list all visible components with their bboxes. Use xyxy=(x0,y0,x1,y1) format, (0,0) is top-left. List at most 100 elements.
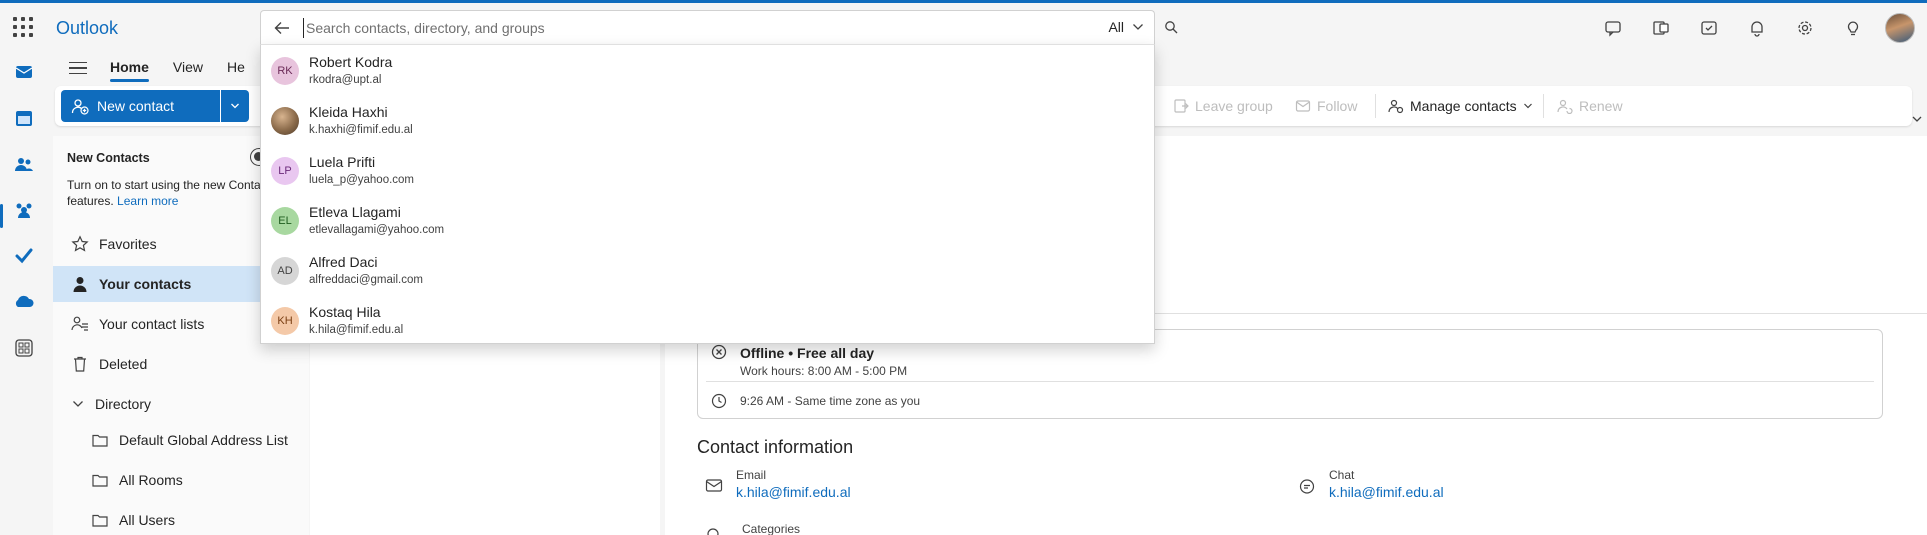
nav-item-label: Your contact lists xyxy=(99,316,205,332)
follow-icon xyxy=(1295,100,1311,112)
follow-button[interactable]: Follow xyxy=(1295,90,1357,122)
suggestion-item[interactable]: RK Robert Kodra rkodra@upt.al xyxy=(261,45,1154,95)
calendar-icon[interactable] xyxy=(12,106,36,130)
tab-help[interactable]: He xyxy=(215,52,257,84)
chat-value-link[interactable]: k.hila@fimif.edu.al xyxy=(1329,484,1444,500)
leave-group-label: Leave group xyxy=(1195,98,1273,114)
nav-item-deleted[interactable]: Deleted xyxy=(53,346,309,382)
chevron-down-icon xyxy=(1133,24,1143,30)
suggestion-email: alfreddaci@gmail.com xyxy=(309,274,423,286)
my-day-icon[interactable] xyxy=(1685,3,1733,52)
star-icon xyxy=(71,235,89,252)
nav-item-label: Deleted xyxy=(99,356,148,372)
presence-divider xyxy=(706,381,1874,382)
person-icon xyxy=(73,277,87,292)
word-icon[interactable] xyxy=(1637,3,1685,52)
manage-contacts-icon xyxy=(1388,99,1404,114)
nav-item-default-global-address-list[interactable]: Default Global Address List xyxy=(53,422,309,458)
folder-icon xyxy=(92,434,108,447)
new-contact-button[interactable]: New contact xyxy=(61,90,220,122)
search-input[interactable] xyxy=(303,18,1063,38)
presence-status: Offline • Free all day xyxy=(740,345,875,361)
mail-icon[interactable] xyxy=(12,60,36,84)
chevron-down-icon xyxy=(1523,103,1532,109)
nav-item-label: Default Global Address List xyxy=(119,432,288,448)
avatar: LP xyxy=(271,157,299,185)
manage-contacts-label: Manage contacts xyxy=(1410,98,1517,114)
new-contacts-text-2: features. xyxy=(67,194,114,208)
suggestion-email: k.hila@fimif.edu.al xyxy=(309,324,404,336)
nav-item-label: All Rooms xyxy=(119,472,183,488)
offline-status-icon xyxy=(711,344,727,363)
avatar: RK xyxy=(271,57,299,85)
new-contact-dropdown-button[interactable] xyxy=(221,90,249,122)
manage-contacts-button[interactable]: Manage contacts xyxy=(1388,90,1533,122)
nav-item-label: All Users xyxy=(119,512,176,528)
new-contact-label: New contact xyxy=(97,98,175,114)
settings-gear-icon[interactable] xyxy=(1781,3,1829,52)
suggestion-name: Luela Prifti xyxy=(309,154,376,170)
chat-label: Chat xyxy=(1329,468,1355,482)
nav-item-all-users[interactable]: All Users xyxy=(53,502,309,535)
more-apps-icon[interactable] xyxy=(12,336,36,360)
tag-icon xyxy=(705,526,721,535)
suggestion-email: luela_p@yahoo.com xyxy=(309,174,415,186)
suggestion-name: Etleva Llagami xyxy=(309,204,401,220)
learn-more-link[interactable]: Learn more xyxy=(117,194,178,208)
avatar: KH xyxy=(271,307,299,335)
chat-icon xyxy=(1298,478,1316,499)
work-hours: Work hours: 8:00 AM - 5:00 PM xyxy=(740,364,908,378)
account-avatar[interactable] xyxy=(1885,12,1915,43)
groups-icon[interactable] xyxy=(12,198,36,222)
onedrive-cloud-icon[interactable] xyxy=(12,290,36,314)
search-scope-dropdown[interactable]: All xyxy=(1108,19,1144,35)
todo-check-icon[interactable] xyxy=(12,244,36,268)
avatar-photo xyxy=(271,107,299,135)
suggestion-item[interactable]: Kleida Haxhi k.haxhi@fimif.edu.al xyxy=(261,95,1154,145)
back-arrow-icon[interactable] xyxy=(273,19,291,40)
people-icon[interactable] xyxy=(12,152,36,176)
app-name[interactable]: Outlook xyxy=(56,18,118,39)
tab-view[interactable]: View xyxy=(161,52,215,84)
contact-information-heading: Contact information xyxy=(697,437,854,457)
suggestion-email: rkodra@upt.al xyxy=(309,74,382,86)
email-value-link[interactable]: k.hila@fimif.edu.al xyxy=(736,484,851,500)
folder-icon xyxy=(92,474,108,487)
ribbon-separator xyxy=(1543,94,1544,118)
tips-lightbulb-icon[interactable] xyxy=(1829,3,1877,52)
folder-icon xyxy=(92,514,108,527)
nav-item-all-rooms[interactable]: All Rooms xyxy=(53,462,309,498)
clock-icon xyxy=(711,393,727,412)
local-time: 9:26 AM - Same time zone as you xyxy=(740,394,921,408)
nav-toggle-hamburger-icon[interactable] xyxy=(58,53,98,83)
follow-label: Follow xyxy=(1317,98,1358,114)
ribbon-expand-chevron-icon[interactable] xyxy=(1911,112,1923,128)
teams-chat-icon[interactable] xyxy=(1589,3,1637,52)
suggestion-email: etlevallagami@yahoo.com xyxy=(309,224,445,236)
suggestion-item[interactable]: AD Alfred Daci alfreddaci@gmail.com xyxy=(261,245,1154,295)
categories-label: Categories xyxy=(742,522,801,535)
tab-home[interactable]: Home xyxy=(98,52,161,84)
suggestion-item[interactable]: LP Luela Prifti luela_p@yahoo.com xyxy=(261,145,1154,195)
search-suggestions-dropdown: RK Robert Kodra rkodra@upt.al Kleida Hax… xyxy=(260,44,1155,344)
chevron-down-icon xyxy=(73,401,83,407)
search-box: All xyxy=(260,10,1155,44)
leave-group-button[interactable]: Leave group xyxy=(1173,90,1273,122)
suggestion-item[interactable]: KH Kostaq Hila k.hila@fimif.edu.al xyxy=(261,295,1154,345)
suggestion-email: k.haxhi@fimif.edu.al xyxy=(309,124,413,136)
suggestion-name: Kostaq Hila xyxy=(309,304,381,320)
app-launcher-icon[interactable] xyxy=(13,17,33,37)
suggestion-item[interactable]: EL Etleva Llagami etlevallagami@yahoo.co… xyxy=(261,195,1154,245)
nav-item-label: Favorites xyxy=(99,236,157,252)
email-label: Email xyxy=(736,468,767,482)
renew-button[interactable]: Renew xyxy=(1557,90,1623,122)
avatar: EL xyxy=(271,207,299,235)
rail-active-indicator xyxy=(0,204,3,228)
search-icon[interactable] xyxy=(1164,20,1178,37)
nav-item-label: Your contacts xyxy=(99,276,192,292)
suggestion-name: Kleida Haxhi xyxy=(309,104,388,120)
new-contacts-text: Turn on to start using the new Conta xyxy=(67,178,261,192)
nav-item-directory[interactable]: Directory xyxy=(53,386,309,422)
notifications-bell-icon[interactable] xyxy=(1733,3,1781,52)
avatar: AD xyxy=(271,257,299,285)
